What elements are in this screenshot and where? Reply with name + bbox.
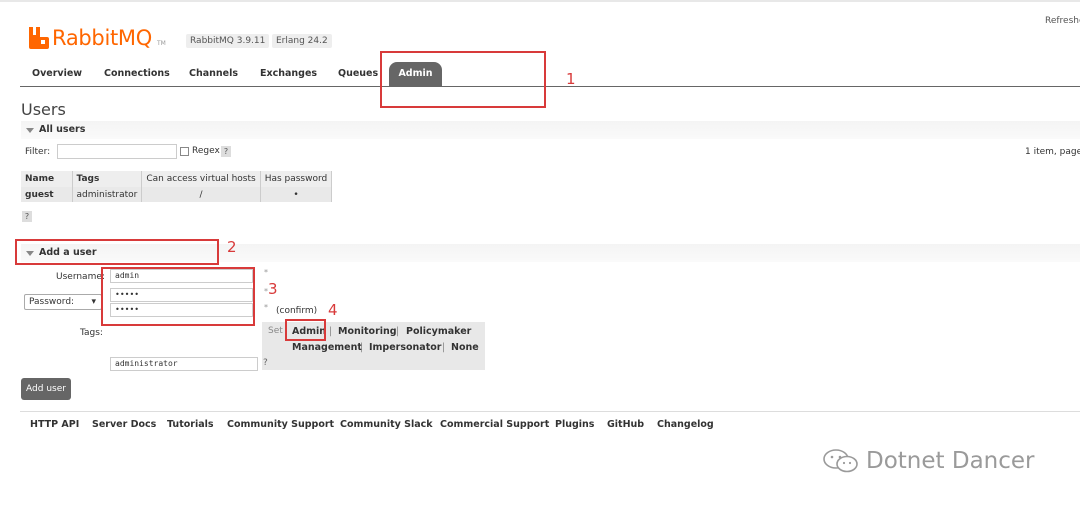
wechat-icon (822, 447, 860, 475)
footer-link-plugins[interactable]: Plugins (555, 419, 594, 430)
tags-help-icon[interactable]: ? (263, 358, 268, 368)
annotation-number-2: 2 (227, 238, 237, 256)
required-marker: * (264, 303, 268, 312)
page-title: Users (21, 100, 66, 119)
footer-link-community-support[interactable]: Community Support (227, 419, 334, 430)
add-user-button[interactable]: Add user (21, 378, 71, 400)
tags-label: Tags: (80, 328, 103, 338)
tag-management-link[interactable]: Management (292, 342, 362, 353)
table-row[interactable]: guest administrator / • (21, 187, 333, 202)
footer-link-tutorials[interactable]: Tutorials (167, 419, 214, 430)
collapse-triangle-icon[interactable] (26, 128, 34, 133)
user-tags-cell: administrator (72, 187, 143, 202)
tab-exchanges[interactable]: Exchanges (260, 68, 317, 79)
separator: | (329, 326, 333, 337)
filter-input[interactable] (57, 144, 177, 159)
password-type-value: Password: (29, 297, 75, 307)
separator: | (442, 342, 446, 353)
footer-link-changelog[interactable]: Changelog (657, 419, 714, 430)
version-badge: RabbitMQ 3.9.11 (186, 34, 270, 48)
password-type-select[interactable]: Password: ▾ (24, 294, 102, 310)
user-password-cell: • (260, 187, 333, 202)
tag-none-link[interactable]: None (451, 342, 479, 353)
trademark: TM (156, 40, 166, 47)
annotation-box-3 (101, 267, 255, 326)
confirm-label: (confirm) (276, 306, 318, 316)
column-header-vhosts[interactable]: Can access virtual hosts (141, 171, 261, 187)
users-table: Name Tags Can access virtual hosts Has p… (21, 171, 333, 202)
annotation-number-3: 3 (268, 280, 278, 298)
tab-divider (20, 86, 1080, 87)
rabbit-icon (28, 27, 49, 49)
separator: | (360, 342, 364, 353)
column-header-has-password[interactable]: Has password (260, 171, 333, 187)
column-header-tags[interactable]: Tags (72, 171, 143, 187)
separator: | (396, 326, 400, 337)
tag-impersonator-link[interactable]: Impersonator (369, 342, 441, 353)
user-name-cell[interactable]: guest (21, 187, 73, 202)
watermark-text: Dotnet Dancer (866, 448, 1035, 474)
table-help-icon[interactable]: ? (22, 211, 32, 222)
logo-wordmark: RabbitMQ (52, 26, 152, 50)
tab-connections[interactable]: Connections (104, 68, 170, 79)
all-users-section-header[interactable] (21, 121, 1080, 139)
help-icon[interactable]: ? (221, 146, 231, 157)
filter-label: Filter: (25, 147, 51, 157)
footer-link-http-api[interactable]: HTTP API (30, 419, 79, 430)
annotation-box-2 (15, 239, 219, 265)
pagination-info: 1 item, page (1025, 147, 1080, 157)
all-users-label[interactable]: All users (39, 124, 85, 135)
tag-monitoring-link[interactable]: Monitoring (338, 326, 397, 337)
annotation-box-1 (380, 51, 546, 108)
top-border (0, 0, 1080, 2)
chevron-down-icon: ▾ (91, 297, 96, 307)
tag-policymaker-link[interactable]: Policymaker (406, 326, 471, 337)
user-vhosts-cell: / (141, 187, 261, 202)
username-label: Username: (56, 272, 105, 282)
refresh-status[interactable]: Refreshe (1045, 16, 1080, 26)
footer-link-github[interactable]: GitHub (607, 419, 644, 430)
column-header-name[interactable]: Name (21, 171, 73, 187)
tab-overview[interactable]: Overview (32, 68, 82, 79)
required-marker: * (264, 268, 268, 277)
footer-link-server-docs[interactable]: Server Docs (92, 419, 156, 430)
footer-link-commercial-support[interactable]: Commercial Support (440, 419, 549, 430)
tab-channels[interactable]: Channels (189, 68, 238, 79)
tab-queues[interactable]: Queues (338, 68, 378, 79)
rabbitmq-logo[interactable]: RabbitMQ TM (28, 21, 166, 49)
table-header-row: Name Tags Can access virtual hosts Has p… (21, 171, 333, 187)
regex-label: Regex (192, 146, 220, 156)
footer-divider (20, 411, 1080, 412)
annotation-box-4 (285, 319, 326, 341)
erlang-version-badge: Erlang 24.2 (272, 34, 332, 48)
regex-checkbox[interactable] (180, 147, 189, 156)
annotation-number-4: 4 (328, 301, 338, 319)
watermark: Dotnet Dancer (822, 447, 1035, 475)
set-label: Set (268, 326, 283, 336)
tags-input[interactable]: administrator (110, 357, 258, 371)
annotation-number-1: 1 (566, 70, 576, 88)
footer-link-community-slack[interactable]: Community Slack (340, 419, 433, 430)
